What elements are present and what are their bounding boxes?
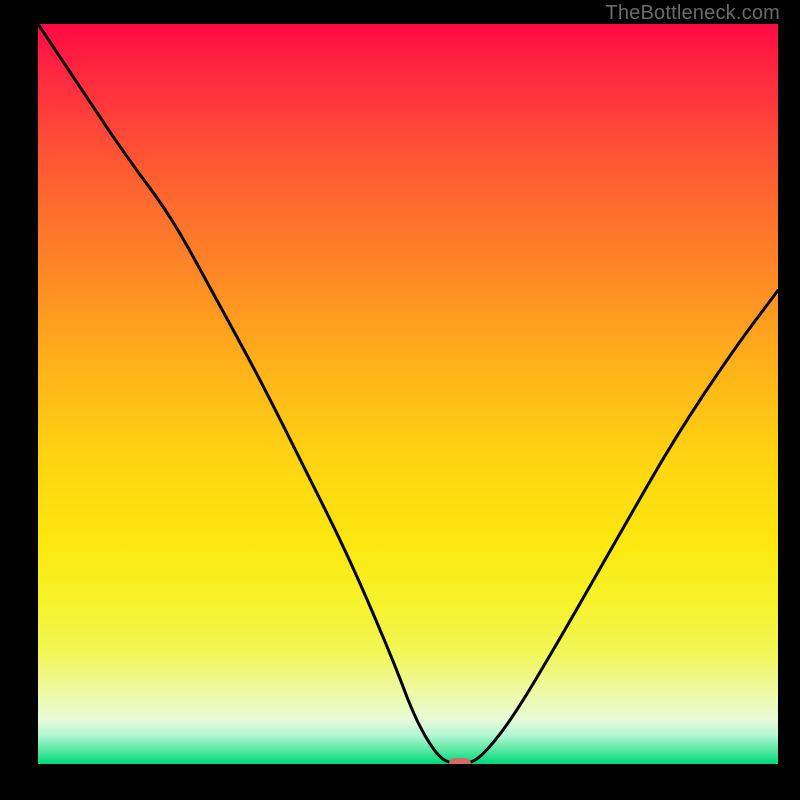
chart-stage: TheBottleneck.com: [0, 0, 800, 800]
curve-svg: [38, 24, 778, 764]
minimum-marker: [449, 758, 471, 764]
attribution-text: TheBottleneck.com: [605, 2, 780, 25]
plot-area: [38, 24, 778, 764]
bottleneck-curve: [38, 24, 778, 764]
